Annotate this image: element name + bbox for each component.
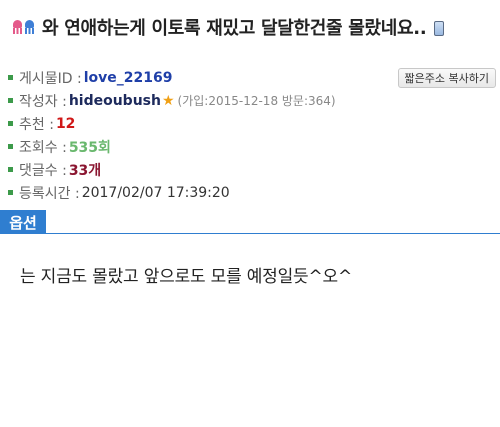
- date-row: 등록시간 : 2017/02/07 17:39:20: [8, 181, 496, 204]
- author-link[interactable]: hideoubush: [69, 93, 161, 109]
- bullet-icon: [8, 167, 13, 172]
- bullet-icon: [8, 75, 13, 80]
- views-label: 조회수 :: [19, 139, 67, 156]
- comments-label: 댓글수 :: [19, 162, 67, 179]
- bullet-icon: [8, 98, 13, 103]
- bullet-icon: [8, 190, 13, 195]
- date-value: 2017/02/07 17:39:20: [81, 184, 230, 201]
- author-label: 작성자 :: [19, 93, 67, 110]
- post-title: 와 연애하는게 이토록 재밌고 달달한건줄 몰랐네요..: [42, 18, 427, 39]
- post-body-text: 는 지금도 몰랐고 앞으로도 모를 예정일듯^오^: [20, 267, 353, 287]
- post-id-row: 게시물ID : love_22169: [8, 66, 496, 89]
- comments-row: 댓글수 : 33개: [8, 158, 496, 181]
- star-icon: ★: [161, 92, 175, 109]
- post-title-bar: 와 연애하는게 이토록 재밌고 달달한건줄 몰랐네요..: [0, 0, 500, 54]
- recommend-label: 추천 :: [19, 116, 54, 133]
- bullet-icon: [8, 121, 13, 126]
- recommend-count: 12: [55, 115, 76, 132]
- squid-pink-icon: [12, 20, 23, 34]
- author-meta: (가입:2015-12-18 방문:364): [177, 94, 336, 108]
- recommend-row: 추천 : 12: [8, 112, 496, 135]
- post-info: 게시물ID : love_22169 작성자 : hideoubush ★ (가…: [8, 66, 496, 204]
- options-tab[interactable]: 옵션: [0, 210, 46, 234]
- title-icons: [12, 20, 36, 34]
- bullet-icon: [8, 144, 13, 149]
- squid-blue-icon: [24, 20, 35, 34]
- post-id-value: love_22169: [83, 69, 173, 86]
- post-id-label: 게시물ID :: [19, 70, 82, 87]
- comments-count[interactable]: 33개: [69, 160, 101, 180]
- views-count: 535회: [68, 139, 111, 156]
- options-bar: 옵션: [0, 210, 500, 234]
- views-row: 조회수 : 535회: [8, 135, 496, 158]
- phone-icon: [434, 20, 445, 36]
- date-label: 등록시간 :: [19, 185, 80, 202]
- author-row: 작성자 : hideoubush ★ (가입:2015-12-18 방문:364…: [8, 89, 496, 112]
